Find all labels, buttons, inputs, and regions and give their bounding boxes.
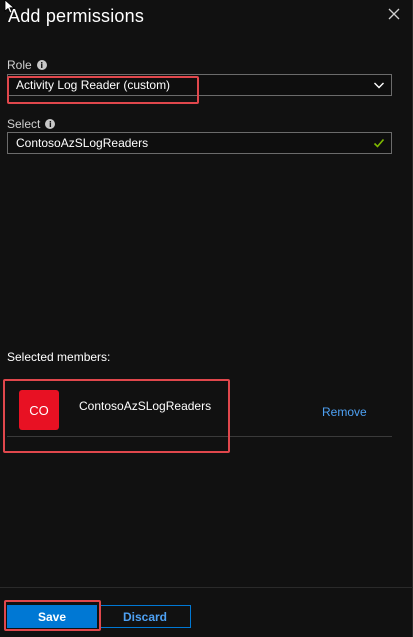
select-label-text: Select [7,117,41,131]
close-icon [388,8,400,20]
avatar: CO [19,390,59,430]
add-permissions-panel: Add permissions Role i Activity Log Read… [0,0,413,637]
select-input[interactable]: ContosoAzSLogReaders [7,132,392,154]
save-button[interactable]: Save [7,605,97,628]
remove-member-link[interactable]: Remove [322,405,367,419]
role-dropdown[interactable]: Activity Log Reader (custom) [7,74,392,96]
select-input-value: ContosoAzSLogReaders [16,136,149,150]
list-item: CO ContosoAzSLogReaders Remove [7,380,392,437]
selected-members-heading: Selected members: [7,350,111,364]
role-dropdown-value: Activity Log Reader (custom) [16,78,171,92]
role-label-text: Role [7,58,32,72]
checkmark-icon [373,138,385,148]
select-label: Select i [7,117,56,131]
close-button[interactable] [382,2,406,26]
discard-button[interactable]: Discard [99,605,191,628]
footer-divider [0,587,413,588]
member-name: ContosoAzSLogReaders [79,399,212,413]
role-label: Role i [7,58,47,72]
chevron-down-icon [374,82,384,89]
info-icon[interactable]: i [45,119,56,129]
info-icon[interactable]: i [36,60,47,70]
page-title: Add permissions [8,6,145,26]
